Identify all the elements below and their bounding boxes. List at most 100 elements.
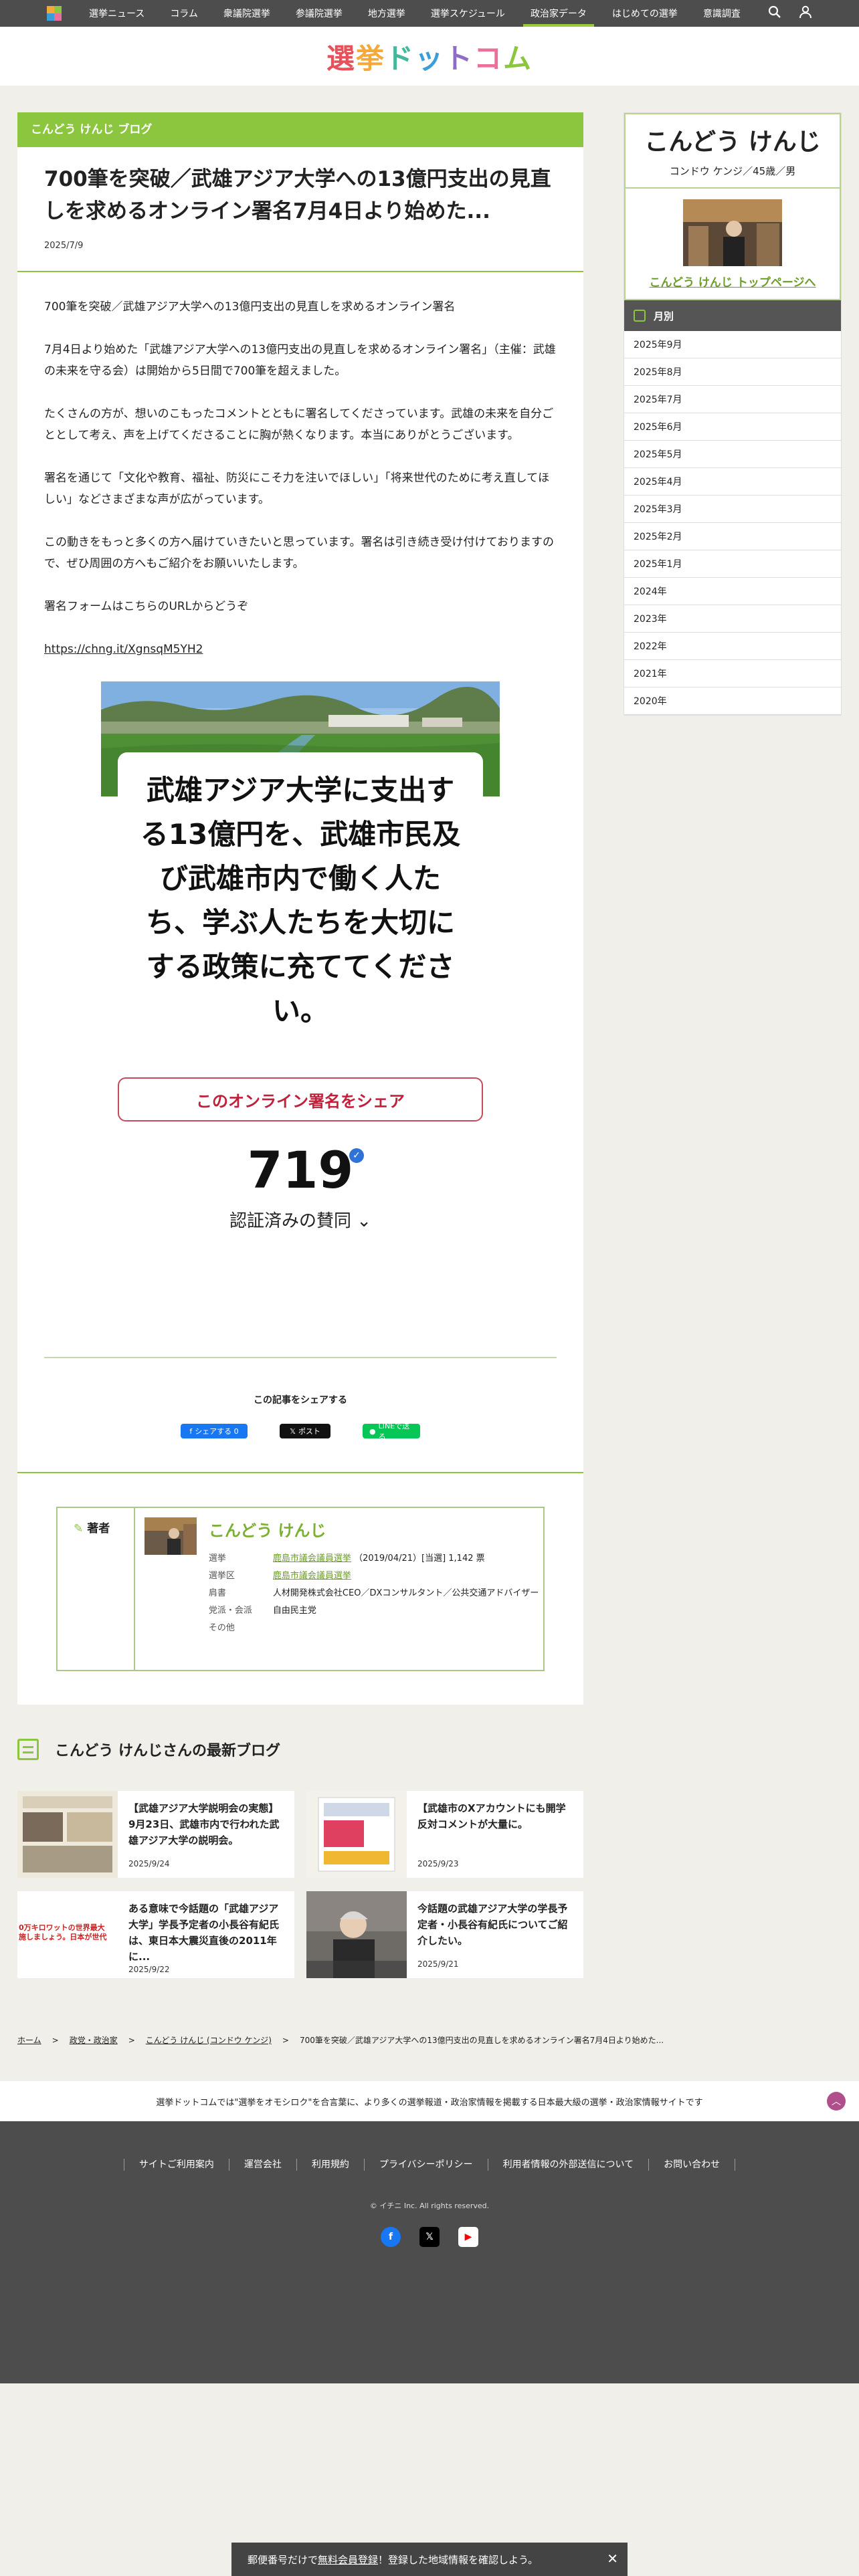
blog-card[interactable]: 【武雄アジア大学説明会の実態】9月23日、武雄市内で行われた武雄アジア大学の説明… (17, 1791, 294, 1878)
month-link[interactable]: 2022年 (624, 633, 841, 660)
petition-embed-image[interactable]: 武雄アジア大学に支出する13億円を、武雄市民及び武雄市内で働く人たち、学ぶ人たち… (101, 681, 500, 1283)
month-link[interactable]: 2025年3月 (624, 496, 841, 523)
line-share-button[interactable]: ● LINEで送る (363, 1422, 420, 1441)
author-row: 肩書 人材開発株式会社CEO／DXコンサルタント／公共交通アドバイザー (208, 1588, 539, 1598)
politician-photo[interactable] (683, 199, 782, 266)
search-icon[interactable] (768, 5, 781, 21)
free-registration-link[interactable]: 無料会員登録 (318, 2553, 378, 2567)
latest-blogs: こんどう けんじさんの最新ブログ 【武雄アジア大学説明会の実態】9月23日、武雄… (17, 1739, 583, 1978)
youtube-icon[interactable]: ▶ (458, 2227, 478, 2247)
breadcrumb-current: 700筆を突破／武雄アジア大学への13億円支出の見直しを求めるオンライン署名7月… (299, 2036, 664, 2045)
footer-link[interactable]: 利用者情報の外部送信について (487, 2159, 649, 2171)
month-link[interactable]: 2025年8月 (624, 358, 841, 386)
breadcrumb-home[interactable]: ホーム (17, 2034, 41, 2046)
footer-link[interactable]: お問い合わせ (648, 2159, 736, 2171)
blog-thumbnail (306, 1791, 407, 1878)
month-link[interactable]: 2025年4月 (624, 468, 841, 496)
district-link[interactable]: 鹿島市議会議員選挙 (273, 1571, 351, 1581)
scroll-to-top-button[interactable]: ︿ (827, 2092, 846, 2111)
blog-thumbnail (17, 1791, 118, 1878)
facebook-icon[interactable]: f (381, 2227, 401, 2247)
election-link[interactable]: 鹿島市議会議員選挙 (273, 1553, 351, 1564)
nav-item[interactable]: 選挙スケジュール (418, 0, 518, 27)
article-title: 700筆を突破／武雄アジア大学への13億円支出の見直しを求めるオンライン署名7月… (44, 167, 551, 223)
month-link[interactable]: 2025年5月 (624, 441, 841, 468)
x-post-button[interactable]: 𝕏 ポスト (280, 1424, 330, 1438)
blog-thumbnail (306, 1891, 407, 1978)
author-row: 党派・会派 自由民主党 (208, 1606, 316, 1616)
nav-item[interactable]: 選挙ニュース (76, 0, 157, 27)
logo-char: 挙 (355, 41, 385, 75)
author-photo[interactable] (145, 1517, 197, 1555)
petition-url-link[interactable]: https://chng.it/XgnsqM5YH2 (44, 643, 203, 656)
nav-item[interactable]: 政治家データ (518, 0, 599, 27)
author-box: ✎ 著者 こんどう けんじ 選挙 鹿島市議会議員選挙 （2019/04/21）[当選… (56, 1507, 545, 1671)
month-link[interactable]: 2021年 (624, 660, 841, 687)
footer-link[interactable]: 運営会社 (228, 2159, 296, 2171)
paragraph: 署名を通じて「文化や教育、福祉、防災にこそ力を注いでほしい」「将来世代のために考… (44, 471, 550, 506)
blog-card[interactable]: 【武雄市のXアカウントにも開学反対コメントが大量に。 2025/9/23 (306, 1791, 583, 1878)
chevron-up-icon: ︿ (832, 2097, 841, 2107)
month-link[interactable]: 2025年9月 (624, 331, 841, 358)
petition-text: 武雄アジア大学に支出する13億円を、武雄市民及び武雄市内で働く人たち、学ぶ人たち… (140, 774, 461, 1027)
logo-char: 選 (326, 41, 356, 75)
month-link[interactable]: 2024年 (624, 578, 841, 605)
month-link[interactable]: 2025年1月 (624, 550, 841, 578)
verified-supporters-label: 認証済みの賛同 ⌄ (229, 1211, 372, 1231)
blog-card[interactable]: 0万キロワットの世界最大 施しましょう。日本が世代 ある意味で今話題の「武雄アジ… (17, 1891, 294, 1978)
author-row: その他 (208, 1623, 235, 1633)
nav-item[interactable]: コラム (157, 0, 211, 27)
top-navigation: 選挙ニュース コラム 衆議院選挙 参議院選挙 地方選挙 選挙スケジュール 政治家データ はじめ… (0, 0, 859, 27)
site-mini-logo[interactable] (47, 6, 62, 21)
pencil-icon: ✎ (74, 1522, 84, 1535)
breadcrumb: ホーム > 政党・政治家 > こんどう けんじ (コンドウ ケンジ) > 700筆を突… (17, 2034, 664, 2046)
month-link[interactable]: 2023年 (624, 605, 841, 633)
nav-item[interactable]: 地方選挙 (355, 0, 418, 27)
blog-list-icon (17, 1739, 39, 1760)
site-logo[interactable]: 選挙ドットコム (326, 36, 533, 77)
breadcrumb-separator: > (52, 2035, 59, 2045)
logo-char: コ (474, 41, 504, 75)
politician-top-link[interactable]: こんどう けんじ トップページへ (626, 273, 840, 299)
divider (44, 1357, 557, 1358)
blog-article: こんどう けんじ ブログ 700筆を突破／武雄アジア大学への13億円支出の見直し… (17, 112, 583, 1705)
blog-card-title: 【武雄アジア大学説明会の実態】9月23日、武雄市内で行われた武雄アジア大学の説明… (128, 1802, 280, 1846)
month-link[interactable]: 2025年7月 (624, 386, 841, 413)
logo-char: ド (385, 41, 415, 75)
nav-item[interactable]: 意識調査 (690, 0, 753, 27)
breadcrumb-separator: > (128, 2035, 135, 2045)
footer-link[interactable]: プライバシーポリシー (363, 2159, 488, 2171)
breadcrumb-parties[interactable]: 政党・政治家 (70, 2034, 118, 2046)
footer-link[interactable]: 利用規約 (296, 2159, 364, 2171)
blog-card[interactable]: 今話題の武雄アジア大学の学長予定者・小長谷有紀氏についてご紹介したい。 2025/… (306, 1891, 583, 1978)
facebook-share-button[interactable]: f シェアする 0 (181, 1424, 248, 1438)
line-icon: ● (369, 1426, 376, 1436)
blog-card-title: ある意味で今話題の「武雄アジア大学」学長予定者の小長谷有紀氏は、東日本大震災直後… (128, 1903, 280, 1963)
footer: サイトご利用案内 運営会社 利用規約 プライバシーポリシー 利用者情報の外部送信について… (0, 2121, 859, 2383)
article-body: 700筆を突破／武雄アジア大学への13億円支出の見直しを求めるオンライン署名 7… (17, 272, 583, 660)
blog-card-date: 2025/9/23 (417, 1859, 459, 1868)
social-links: f 𝕏 ▶ (0, 2227, 859, 2247)
close-icon[interactable]: ✕ (607, 2551, 618, 2567)
footer-link[interactable]: サイトご利用案内 (123, 2159, 229, 2171)
nav-item[interactable]: はじめての選挙 (599, 0, 690, 27)
verified-check-icon: ✓ (349, 1148, 364, 1163)
breadcrumb-politician[interactable]: こんどう けんじ (コンドウ ケンジ) (146, 2034, 272, 2046)
signature-count: 719 (247, 1140, 354, 1200)
banner-suffix: ！登録した地域情報を確認しよう。 (378, 2553, 539, 2566)
facebook-icon: f (189, 1426, 193, 1436)
footer-links: サイトご利用案内 運営会社 利用規約 プライバシーポリシー 利用者情報の外部送信について… (0, 2159, 859, 2171)
site-description: 選挙ドットコムでは"選挙をオモシロク"を合言葉に、より多くの選挙報道・政治家情報… (0, 2081, 859, 2121)
month-link[interactable]: 2025年2月 (624, 523, 841, 550)
month-link[interactable]: 2020年 (624, 687, 841, 715)
month-link[interactable]: 2025年6月 (624, 413, 841, 441)
user-icon[interactable] (799, 5, 812, 21)
blog-card-date: 2025/9/22 (128, 1965, 170, 1974)
thumbnail-caption: 0万キロワットの世界最大 施しましょう。日本が世代 (19, 1923, 107, 1941)
nav-item[interactable]: 衆議院選挙 (211, 0, 283, 27)
petition-share-button: このオンライン署名をシェア (118, 1077, 483, 1121)
paragraph: 7月4日より始めた「武雄アジア大学への13億円支出の見直しを求めるオンライン署名… (44, 343, 556, 378)
nav-item[interactable]: 参議院選挙 (283, 0, 355, 27)
author-name[interactable]: こんどう けんじ (209, 1517, 543, 1541)
x-icon[interactable]: 𝕏 (419, 2227, 440, 2247)
